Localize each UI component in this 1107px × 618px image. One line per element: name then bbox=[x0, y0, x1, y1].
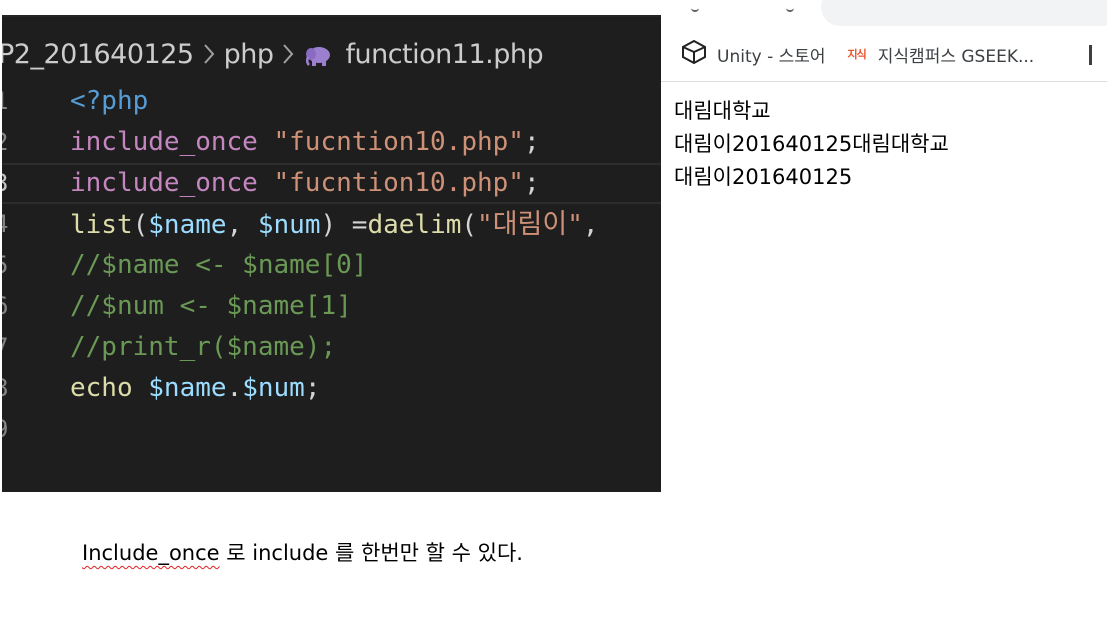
code-line[interactable]: 9 bbox=[2, 409, 661, 450]
code-line[interactable]: 5 //$name <- $name[0] bbox=[2, 245, 661, 286]
code-token: //print_r($name); bbox=[70, 332, 337, 362]
browser-screenshot: Unity - 스토어 지식 지식캠퍼스 GSEEK... 대림대학교 대림이2… bbox=[661, 0, 1107, 492]
code-token: ; bbox=[523, 168, 540, 198]
chevron-right-icon bbox=[203, 43, 215, 65]
line-code: include_once "fucntion10.php"; bbox=[70, 163, 540, 204]
code-token: ; bbox=[304, 373, 321, 403]
code-token: ) = bbox=[320, 210, 368, 240]
line-number: 7 bbox=[2, 327, 14, 368]
bookmark-label: Unity - 스토어 bbox=[717, 46, 826, 67]
output-line: 대림대학교 bbox=[674, 99, 771, 123]
php-elephant-icon bbox=[305, 43, 333, 66]
code-token: $num bbox=[257, 210, 321, 240]
caption-text: Include_once 로 include 를 한번만 할 수 있다. bbox=[82, 537, 523, 567]
misspelled-word: Include_once bbox=[82, 541, 220, 565]
page-output: 대림대학교 대림이201640125대림대학교 대림이201640125 bbox=[674, 95, 949, 194]
bookmark-gseek[interactable]: 지식 지식캠퍼스 GSEEK... bbox=[848, 42, 1035, 67]
line-code: include_once "fucntion10.php"; bbox=[70, 122, 540, 163]
caption-rest: 로 include 를 한번만 할 수 있다. bbox=[219, 541, 523, 565]
code-token: include_once bbox=[70, 127, 258, 157]
code-token: , bbox=[582, 210, 615, 240]
document-page: P2_201640125 php function11.php 1 <?php 2 i… bbox=[0, 0, 1107, 618]
code-area[interactable]: 1 <?php 2 include_once "fucntion10.php"; 3 in… bbox=[2, 81, 661, 450]
line-number: 4 bbox=[2, 204, 14, 245]
browser-toolbar bbox=[661, 0, 1107, 30]
code-token: "fucntion10.php" bbox=[273, 168, 524, 198]
code-editor-screenshot: P2_201640125 php function11.php 1 <?php 2 i… bbox=[2, 15, 661, 492]
line-number: 1 bbox=[2, 81, 14, 122]
toolbar-divider bbox=[661, 81, 1107, 82]
breadcrumb-folder[interactable]: P2_201640125 bbox=[2, 39, 194, 70]
code-line[interactable]: 6 //$num <- $name[1] bbox=[2, 286, 661, 327]
code-token: $num bbox=[242, 373, 305, 403]
breadcrumb-file[interactable]: function11.php bbox=[345, 39, 543, 70]
line-code: echo $name.$num; bbox=[70, 368, 321, 409]
code-line[interactable]: 8 echo $name.$num; bbox=[2, 368, 661, 409]
bookmark-unity[interactable]: Unity - 스토어 bbox=[681, 39, 826, 69]
breadcrumb-subfolder[interactable]: php bbox=[224, 39, 274, 70]
code-line[interactable]: 1 <?php bbox=[2, 81, 661, 122]
code-token: <?php bbox=[70, 86, 149, 116]
line-number: 6 bbox=[2, 286, 14, 327]
line-number: 9 bbox=[2, 409, 14, 450]
line-number: 3 bbox=[2, 163, 14, 204]
line-code: //$name <- $name[0] bbox=[70, 245, 367, 286]
bookmark-label: 지식캠퍼스 GSEEK... bbox=[877, 46, 1035, 67]
code-token: . bbox=[226, 373, 243, 403]
code-token: daelim bbox=[367, 210, 462, 240]
unity-icon bbox=[681, 39, 707, 69]
code-token: list bbox=[70, 210, 133, 240]
code-token: $name bbox=[148, 210, 227, 240]
code-line[interactable]: 7 //print_r($name); bbox=[2, 327, 661, 368]
chevron-right-icon bbox=[282, 43, 294, 65]
code-token: //$num <- $name[1] bbox=[70, 291, 352, 321]
breadcrumb: P2_201640125 php function11.php bbox=[2, 37, 544, 71]
bookmarks-overflow-icon[interactable] bbox=[1089, 45, 1092, 65]
editor-tab-strip bbox=[2, 15, 661, 17]
line-number: 2 bbox=[2, 122, 14, 163]
code-token: include_once bbox=[70, 168, 258, 198]
reload-icon[interactable] bbox=[786, 4, 794, 12]
code-line[interactable]: 3 include_once "fucntion10.php"; bbox=[2, 163, 661, 204]
line-code: list($name, $num) =daelim("대림이", bbox=[70, 204, 614, 246]
code-token: " bbox=[477, 210, 493, 240]
code-token: //$name <- $name[0] bbox=[70, 250, 368, 280]
line-number: 8 bbox=[2, 368, 14, 409]
line-number: 5 bbox=[2, 245, 14, 286]
code-token: ( bbox=[461, 210, 478, 240]
nav-arrow-icon[interactable] bbox=[691, 4, 699, 12]
code-token: $name bbox=[148, 373, 227, 403]
jisik-icon: 지식 bbox=[847, 48, 867, 61]
code-token: echo bbox=[70, 373, 133, 403]
code-token: ; bbox=[523, 127, 540, 157]
line-code: <?php bbox=[70, 81, 148, 122]
line-code: //print_r($name); bbox=[70, 327, 336, 368]
code-token: 대림이 bbox=[492, 209, 568, 240]
code-token: , bbox=[226, 210, 258, 240]
code-line[interactable]: 2 include_once "fucntion10.php"; bbox=[2, 122, 661, 163]
code-token: ( bbox=[132, 210, 149, 240]
line-code: //$num <- $name[1] bbox=[70, 286, 352, 327]
output-line: 대림이201640125대림대학교 bbox=[674, 132, 949, 156]
address-bar[interactable] bbox=[821, 0, 1107, 26]
output-line: 대림이201640125 bbox=[674, 165, 853, 189]
code-token: "fucntion10.php" bbox=[273, 127, 524, 157]
code-token: " bbox=[567, 210, 583, 240]
code-line[interactable]: 4list($name, $num) =daelim("대림이", bbox=[2, 204, 661, 245]
bookmarks-bar: Unity - 스토어 지식 지식캠퍼스 GSEEK... bbox=[661, 36, 1107, 72]
